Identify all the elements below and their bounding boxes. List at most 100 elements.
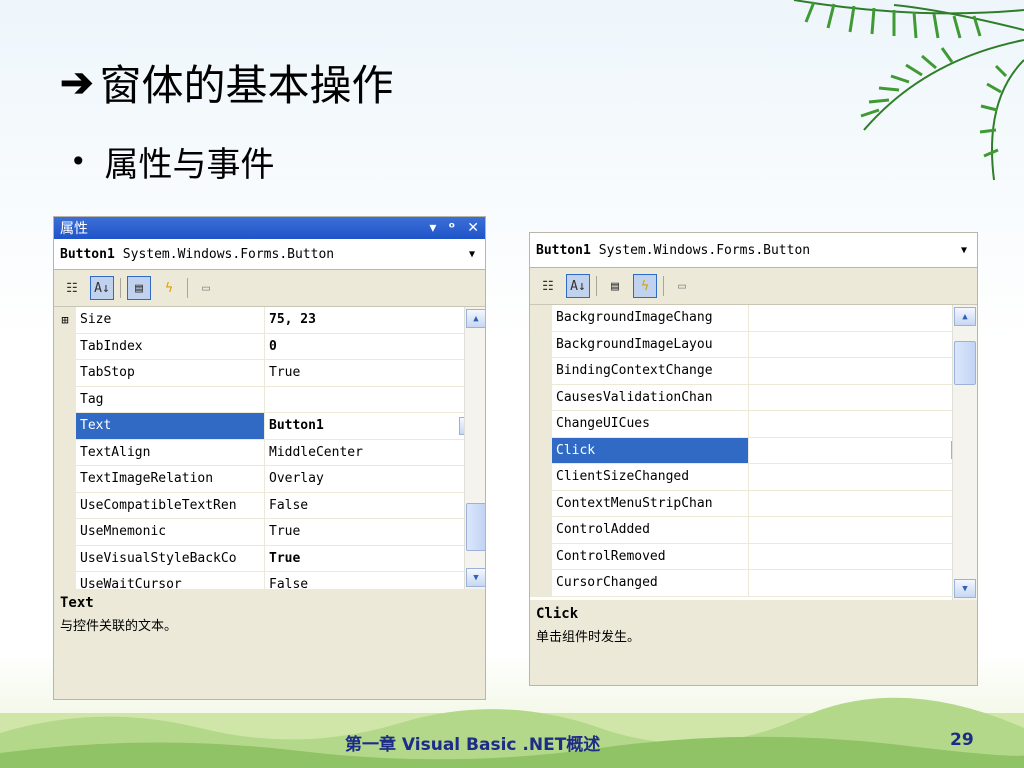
scroll-thumb[interactable] (954, 341, 976, 385)
row-value[interactable]: 0 (265, 334, 485, 360)
pin-icon[interactable]: ᵒ (448, 220, 455, 236)
row-value[interactable] (265, 387, 485, 413)
grid-row[interactable]: TextButton1▼ (54, 413, 485, 440)
row-gutter (530, 490, 552, 516)
properties-icon[interactable]: ▤ (127, 276, 151, 300)
row-value[interactable] (749, 305, 977, 331)
grid-row[interactable]: UseWaitCursor False (54, 572, 485, 589)
event-grid-scrollbar[interactable]: ▲ ▼ (952, 305, 977, 600)
object-type: System.Windows.Forms.Button (122, 246, 335, 262)
properties-toolbar: ☷ A↓ ▤ ϟ ▭ (54, 270, 485, 307)
events-lightning-icon[interactable]: ϟ (157, 276, 181, 300)
row-value[interactable]: Button1▼ (265, 413, 485, 439)
palm-leaves-decoration (793, 0, 1024, 181)
row-value[interactable]: ▼ (749, 438, 977, 464)
row-value-text: True (269, 524, 301, 540)
row-value[interactable]: False (265, 493, 485, 519)
slide-title: ➔ 窗体的基本操作 (60, 52, 394, 113)
row-value[interactable]: MiddleCenter (265, 440, 485, 466)
chevron-down-icon[interactable]: ▼ (465, 249, 479, 260)
row-name: ControlAdded (552, 517, 749, 543)
row-name: BackgroundImageLayou (552, 331, 749, 357)
grid-row[interactable]: TextImageRelation Overlay (54, 466, 485, 493)
description-text: 与控件关联的文本。 (60, 619, 178, 634)
grid-row[interactable]: UseVisualStyleBackCo True (54, 545, 485, 572)
grid-row[interactable]: TabIndex 0 (54, 333, 485, 360)
alphabetical-icon[interactable]: A↓ (90, 276, 114, 300)
row-gutter[interactable]: ⊞ (54, 307, 76, 333)
row-value[interactable] (749, 385, 977, 411)
grid-row[interactable]: UseMnemonic True (54, 519, 485, 546)
property-pages-icon[interactable]: ▭ (194, 276, 218, 300)
close-icon[interactable]: ✕ (467, 220, 479, 236)
window-dropdown-icon[interactable]: ▾ (429, 220, 436, 236)
object-selector[interactable]: Button1 System.Windows.Forms.Button ▼ (530, 233, 977, 268)
grid-row[interactable]: CursorChanged (530, 570, 977, 597)
row-value[interactable]: True (265, 546, 485, 572)
object-selector[interactable]: Button1 System.Windows.Forms.Button ▼ (54, 239, 485, 270)
property-grid-scrollbar[interactable]: ▲ ▼ (464, 307, 485, 589)
row-value[interactable] (749, 491, 977, 517)
row-value[interactable]: True (265, 360, 485, 386)
row-value[interactable] (749, 544, 977, 570)
row-name: TextAlign (76, 439, 265, 465)
row-value[interactable]: Overlay (265, 466, 485, 492)
row-gutter (530, 411, 552, 437)
categorized-icon[interactable]: ☷ (60, 276, 84, 300)
row-value[interactable] (749, 517, 977, 543)
row-value[interactable] (749, 358, 977, 384)
row-name: CausesValidationChan (552, 384, 749, 410)
bullet-dot-icon: • (70, 145, 87, 178)
scroll-down-icon[interactable]: ▼ (954, 579, 976, 598)
row-value-text: 0 (269, 338, 277, 354)
grid-row[interactable]: UseCompatibleTextRen False (54, 492, 485, 519)
row-gutter (54, 545, 76, 571)
grid-row[interactable]: ControlRemoved (530, 543, 977, 570)
properties-icon[interactable]: ▤ (603, 274, 627, 298)
grid-row[interactable]: BindingContextChange (530, 358, 977, 385)
events-window: Button1 System.Windows.Forms.Button ▼ ☷ A… (529, 232, 978, 686)
grid-row[interactable]: Tag (54, 386, 485, 413)
description-title: Text (60, 595, 94, 611)
grid-row[interactable]: TabStop True (54, 360, 485, 387)
categorized-icon[interactable]: ☷ (536, 274, 560, 298)
row-name: TabIndex (76, 333, 265, 359)
arrow-icon: ➔ (60, 59, 94, 106)
properties-titlebar: 属性 ▾ ᵒ ✕ (54, 217, 485, 239)
grid-row[interactable]: Click▼ (530, 437, 977, 464)
scroll-up-icon[interactable]: ▲ (954, 307, 976, 326)
row-gutter (530, 305, 552, 331)
row-gutter (54, 466, 76, 492)
row-name: BackgroundImageChang (552, 305, 749, 331)
grid-row[interactable]: ControlAdded (530, 517, 977, 544)
row-value[interactable] (749, 332, 977, 358)
row-value[interactable] (749, 570, 977, 596)
row-name: Tag (76, 386, 265, 412)
row-gutter (530, 464, 552, 490)
events-lightning-icon[interactable]: ϟ (633, 274, 657, 298)
grid-row[interactable]: BackgroundImageLayou (530, 331, 977, 358)
alphabetical-icon[interactable]: A↓ (566, 274, 590, 298)
grid-row[interactable]: ContextMenuStripChan (530, 490, 977, 517)
grid-row[interactable]: ClientSizeChanged (530, 464, 977, 491)
grid-row[interactable]: CausesValidationChan (530, 384, 977, 411)
grid-row[interactable]: BackgroundImageChang (530, 305, 977, 332)
scroll-down-icon[interactable]: ▼ (466, 568, 485, 587)
row-value[interactable]: True (265, 519, 485, 545)
grid-row[interactable]: ⊞ Size 75, 23 (54, 307, 485, 334)
row-value[interactable]: 75, 23 (265, 307, 485, 333)
row-value[interactable]: False (265, 572, 485, 589)
row-name: BindingContextChange (552, 358, 749, 384)
row-name: ControlRemoved (552, 543, 749, 569)
row-gutter (530, 517, 552, 543)
bullet-item: • 属性与事件 (70, 137, 275, 186)
chevron-down-icon[interactable]: ▼ (957, 245, 971, 256)
row-value[interactable] (749, 464, 977, 490)
scroll-up-icon[interactable]: ▲ (466, 309, 485, 328)
grid-row[interactable]: TextAlign MiddleCenter (54, 439, 485, 466)
slide-title-text: 窗体的基本操作 (99, 61, 394, 110)
row-value[interactable] (749, 411, 977, 437)
property-pages-icon[interactable]: ▭ (670, 274, 694, 298)
grid-row[interactable]: ChangeUICues (530, 411, 977, 438)
scroll-thumb[interactable] (466, 503, 485, 551)
